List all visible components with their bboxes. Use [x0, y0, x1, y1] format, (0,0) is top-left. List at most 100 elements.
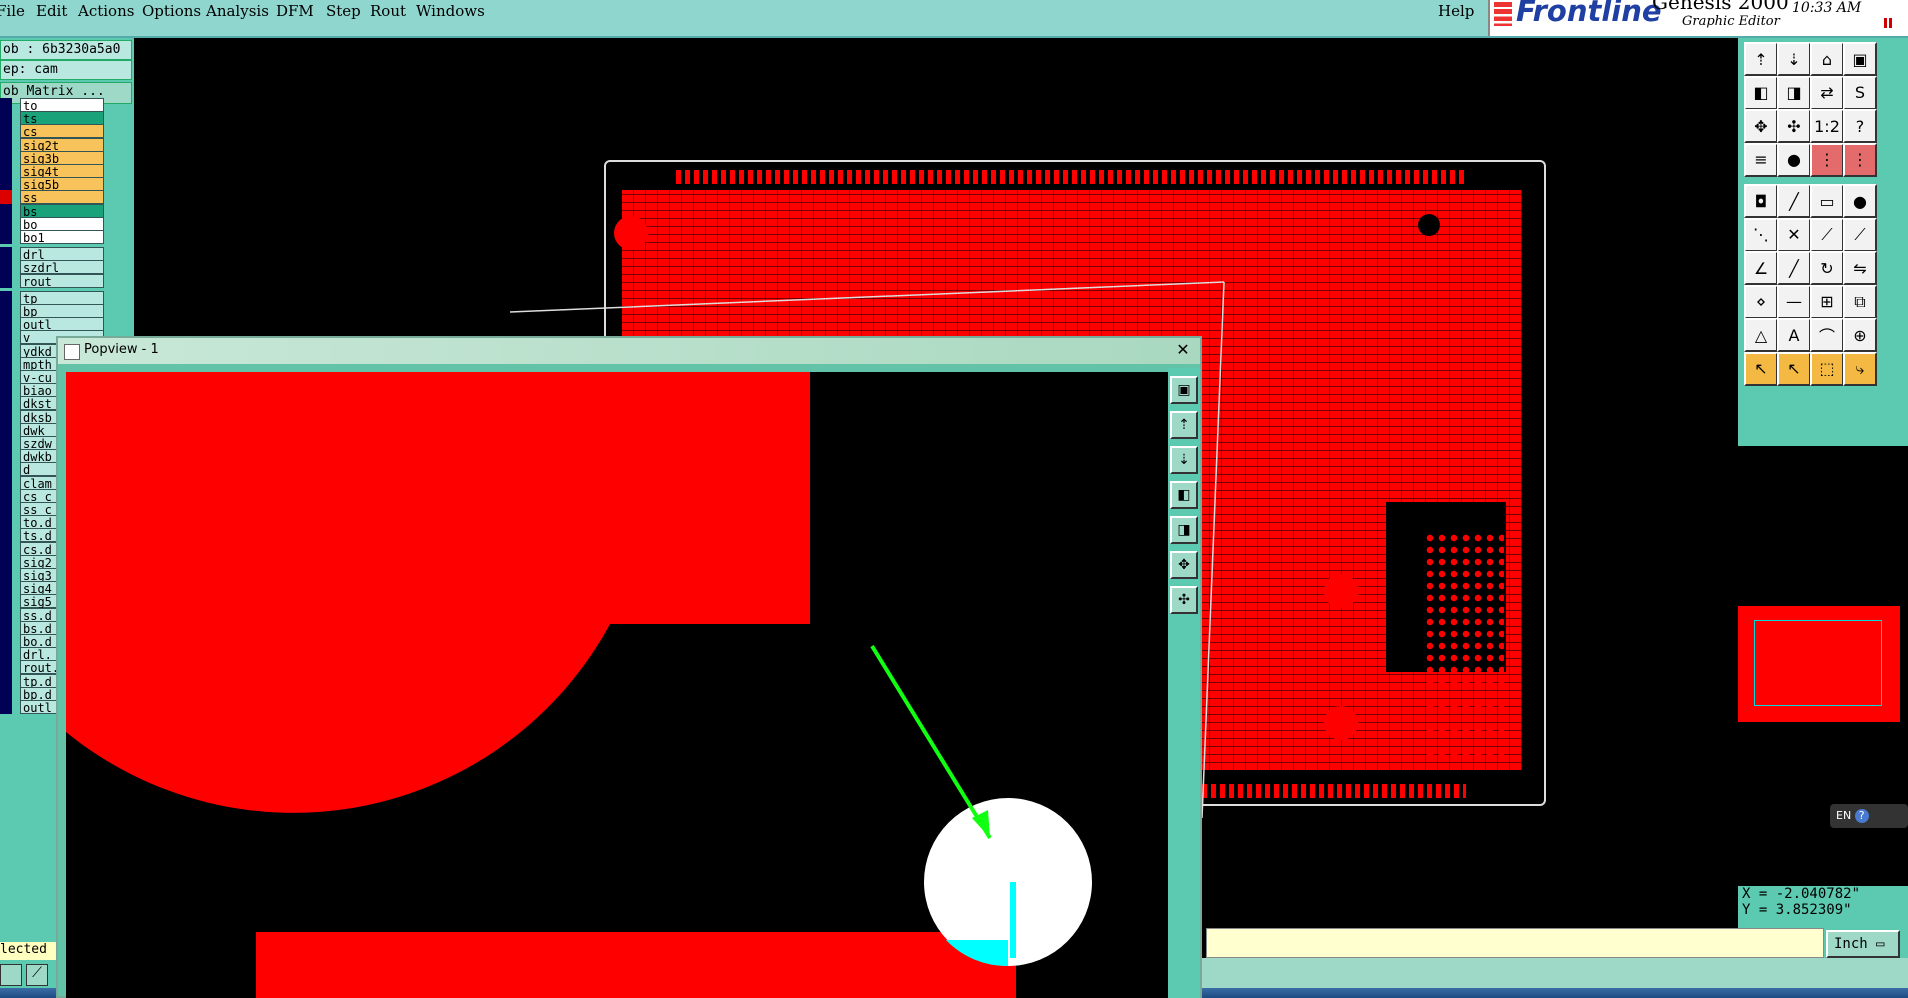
layer-indicator[interactable] — [0, 700, 12, 714]
triangle-arc-icon[interactable]: ⌒ — [1810, 318, 1844, 352]
pan-right-icon[interactable]: ◨ — [1777, 75, 1811, 110]
layer-item-cs[interactable]: cs — [20, 124, 104, 139]
zoom-fit-icon[interactable]: ✥ — [1744, 109, 1778, 143]
layer-indicator[interactable] — [0, 620, 12, 635]
popview-canvas[interactable] — [66, 372, 1170, 998]
layer-indicator[interactable] — [0, 409, 12, 424]
popup-left-icon[interactable]: ◧ — [1170, 481, 1198, 509]
swap-icon[interactable]: ⇄ — [1810, 75, 1844, 110]
layer-item-to[interactable]: to — [20, 98, 104, 113]
menu-edit[interactable]: Edit — [36, 2, 67, 20]
layer-indicator[interactable] — [0, 422, 12, 437]
menu-help[interactable]: Help — [1438, 2, 1474, 20]
measure-icon[interactable]: ≡ — [1744, 142, 1778, 177]
layer-indicator[interactable] — [0, 502, 12, 516]
overview-map[interactable] — [1738, 606, 1900, 722]
menu-rout[interactable]: Rout — [370, 2, 406, 20]
layer-item-tp[interactable]: tp — [20, 290, 104, 306]
measure-icon[interactable]: ⟋ — [26, 964, 48, 986]
layer-indicator[interactable] — [0, 290, 12, 305]
layer-indicator[interactable] — [0, 554, 12, 569]
popup-right-icon[interactable]: ◨ — [1170, 516, 1198, 544]
pin-icon[interactable]: ● — [1777, 142, 1811, 177]
layer-indicator[interactable] — [0, 515, 12, 530]
layer-item-sig3b[interactable]: sig3b — [20, 150, 104, 166]
layer-indicator[interactable] — [0, 304, 12, 318]
layer-indicator[interactable] — [0, 568, 12, 582]
ruler-icon[interactable]: ▭ — [1810, 184, 1844, 218]
popup-fit-icon[interactable]: ▣ — [1170, 376, 1198, 404]
menu-file[interactable]: File — [0, 2, 25, 20]
layer-indicator[interactable] — [0, 647, 12, 662]
overview-viewport[interactable] — [1754, 620, 1882, 706]
layer-indicator[interactable] — [0, 111, 12, 126]
pad-icon[interactable]: ◘ — [1744, 184, 1778, 218]
close-button[interactable]: ✕ — [1170, 340, 1196, 360]
menu-windows[interactable]: Windows — [416, 2, 485, 20]
layer-down-icon[interactable]: ⇣ — [1777, 42, 1811, 76]
layer-indicator[interactable] — [0, 449, 12, 464]
triangle-plus-icon[interactable]: ⊕ — [1843, 318, 1877, 352]
layer-indicator[interactable] — [0, 216, 12, 231]
layer-indicator[interactable] — [0, 177, 12, 192]
layers-red-icon[interactable]: ⋮ — [1843, 142, 1877, 177]
angle-icon[interactable]: ∠ — [1744, 251, 1778, 285]
unit-selector[interactable]: Inch ▭ — [1826, 930, 1900, 958]
layer-indicator[interactable] — [0, 686, 12, 701]
layer-indicator[interactable] — [0, 203, 12, 218]
dot-icon[interactable]: ● — [1843, 184, 1877, 218]
node-icon[interactable]: ⋄ — [1744, 284, 1778, 319]
layer-indicator[interactable] — [0, 273, 12, 288]
layer-indicator[interactable] — [0, 383, 12, 398]
pointer-area-icon[interactable]: ⬚ — [1810, 351, 1844, 386]
layer-item-szdrl[interactable]: szdrl — [20, 260, 104, 275]
menu-actions[interactable]: Actions — [78, 2, 134, 20]
zoom-1to2-icon[interactable]: 1:2 — [1810, 109, 1844, 143]
menu-step[interactable]: Step — [326, 2, 361, 20]
layer-indicator[interactable] — [0, 462, 12, 477]
menu-options[interactable]: Options — [142, 2, 201, 20]
layer-indicator[interactable] — [0, 475, 12, 490]
popup-zoomin-icon[interactable]: ✣ — [1170, 586, 1198, 614]
minus-icon[interactable]: — — [1777, 284, 1811, 319]
layer-indicator[interactable] — [0, 396, 12, 411]
layer-indicator[interactable] — [0, 634, 12, 648]
triangle-icon[interactable]: △ — [1744, 318, 1778, 352]
menu-dfm[interactable]: DFM — [276, 2, 314, 20]
layer-indicator[interactable] — [0, 541, 12, 556]
layer-item-sig5b[interactable]: sig5b — [20, 177, 104, 192]
layer-indicator[interactable] — [0, 164, 12, 178]
mirror-icon[interactable]: ⇋ — [1843, 251, 1877, 285]
command-line-input[interactable] — [1206, 928, 1824, 958]
layer-up-icon[interactable]: ⇡ — [1744, 42, 1778, 76]
layer-indicator[interactable] — [0, 607, 12, 622]
layer-indicator[interactable] — [0, 660, 12, 675]
pointer-path-icon[interactable]: ⤷ — [1843, 351, 1877, 386]
layer-item-rout[interactable]: rout — [20, 273, 104, 289]
layer-indicator[interactable] — [0, 370, 12, 384]
layer-indicator[interactable] — [0, 356, 12, 371]
layer-indicator[interactable] — [0, 488, 12, 503]
layer-item-bs[interactable]: bs — [20, 203, 104, 219]
layer-indicator[interactable] — [0, 581, 12, 596]
net-icon[interactable]: ⋱ — [1744, 217, 1778, 252]
slash-icon[interactable]: ╱ — [1777, 251, 1811, 285]
pointer-select-icon[interactable]: ↖ — [1777, 351, 1811, 386]
layer-item-bo[interactable]: bo — [20, 216, 104, 232]
layer-item-bp[interactable]: bp — [20, 304, 104, 319]
pointer-icon[interactable]: ↖ — [1744, 351, 1778, 386]
branch-icon[interactable]: ⟋ — [1843, 217, 1877, 252]
home-icon[interactable]: ⌂ — [1810, 42, 1844, 76]
help-icon[interactable]: ? — [1843, 109, 1877, 143]
popup-zoomout-icon[interactable]: ✥ — [1170, 551, 1198, 579]
layer-indicator[interactable] — [0, 594, 12, 609]
group-icon[interactable]: ⧉ — [1843, 284, 1877, 319]
layer-indicator[interactable] — [0, 98, 12, 112]
layer-item-ts[interactable]: ts — [20, 111, 104, 126]
layer-indicator[interactable] — [0, 247, 12, 262]
connect-icon[interactable]: ⟋ — [1810, 217, 1844, 252]
snap-icon[interactable]: S — [1843, 75, 1877, 110]
layer-indicator[interactable] — [0, 260, 12, 275]
layer-indicator[interactable] — [0, 330, 12, 345]
popview-titlebar[interactable]: Popview - 1 ✕ — [58, 338, 1200, 364]
